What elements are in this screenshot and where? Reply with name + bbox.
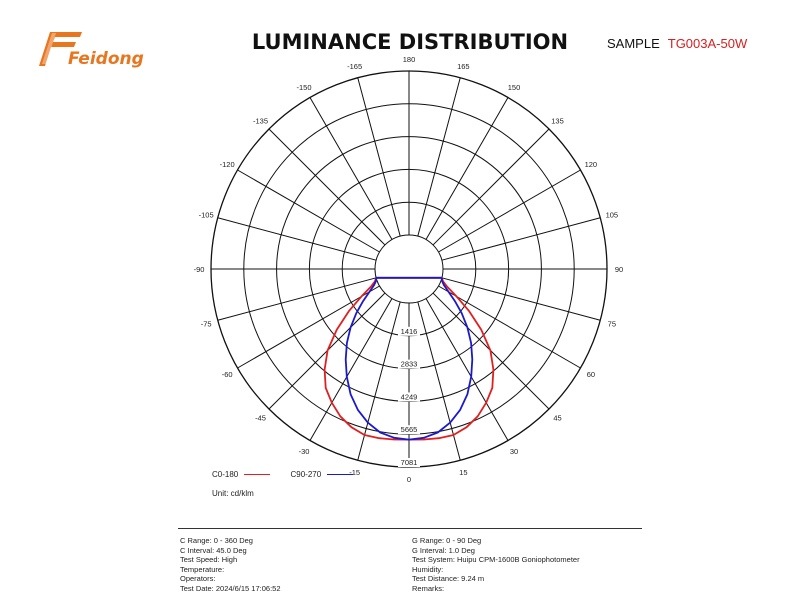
angle-label: 60 — [587, 370, 595, 379]
angle-label: -45 — [255, 413, 266, 422]
angle-label: 0 — [407, 475, 411, 484]
info-c-interval: C Interval: 45.0 Deg — [180, 545, 247, 555]
info-remarks: Remarks: — [412, 583, 445, 593]
legend-swatch-c0 — [244, 474, 271, 475]
legend-swatch-c90 — [327, 474, 354, 475]
grid-spoke — [268, 128, 386, 246]
grid-spoke — [357, 77, 401, 237]
grid-spoke — [417, 77, 461, 237]
legend-item-c0: C0-180 — [212, 470, 271, 479]
angle-label: 75 — [608, 319, 616, 328]
grid-spoke — [217, 277, 377, 321]
angle-label: -165 — [347, 62, 362, 71]
grid-spoke — [441, 217, 601, 261]
grid-spoke — [432, 128, 550, 246]
info-test-distance: Test Distance: 9.24 m — [412, 574, 485, 584]
angle-label: 90 — [615, 265, 623, 274]
info-g-interval: G Interval: 1.0 Deg — [412, 545, 475, 555]
info-divider — [178, 528, 642, 529]
grid-spoke — [417, 301, 461, 461]
angle-label: -75 — [201, 319, 212, 328]
angle-label: 120 — [585, 160, 598, 169]
radial-tick-label: 5665 — [401, 425, 418, 434]
legend: C0-180 C90-270 — [212, 470, 371, 479]
legend-label-c0: C0-180 — [212, 470, 239, 479]
info-humidity: Humidity: — [412, 564, 444, 574]
angle-label: 15 — [459, 468, 467, 477]
info-temperature: Temperature: — [180, 564, 225, 574]
legend-item-c90: C90-270 — [290, 470, 354, 479]
test-info-left: C Range: 0 - 360 Deg C Interval: 45.0 De… — [180, 536, 281, 594]
angle-label: 105 — [606, 211, 619, 220]
radial-tick-label: 4249 — [401, 392, 418, 401]
angle-label: -135 — [253, 117, 268, 126]
grid-spoke — [357, 301, 401, 461]
unit-label: Unit: cd/klm — [212, 489, 254, 498]
radial-tick-label: 1416 — [401, 327, 418, 336]
angle-label: -60 — [222, 370, 233, 379]
angle-label: 30 — [510, 447, 518, 456]
info-g-range: G Range: 0 - 90 Deg — [412, 536, 482, 545]
angle-label: -90 — [194, 265, 205, 274]
angle-label: -105 — [199, 211, 214, 220]
info-test-system: Test System: Huipu CPM-1600B Goniophotom… — [412, 555, 580, 565]
grid-ring-inner — [374, 234, 444, 304]
legend-label-c90: C90-270 — [290, 470, 322, 479]
angle-label: 135 — [551, 117, 564, 126]
radial-tick-label: 2833 — [401, 360, 418, 369]
angle-label: -120 — [220, 160, 235, 169]
angle-label: 150 — [508, 83, 521, 92]
polar-chart: 1801651501351201059075604530150-15-30-45… — [194, 55, 624, 484]
info-c-range: C Range: 0 - 360 Deg — [180, 536, 253, 545]
angle-label: -150 — [296, 83, 311, 92]
angle-label: 45 — [553, 413, 561, 422]
test-info-right: G Range: 0 - 90 Deg G Interval: 1.0 Deg … — [412, 536, 580, 594]
polar-grid — [210, 70, 608, 468]
angle-label: -30 — [299, 447, 310, 456]
info-test-date: Test Date: 2024/6/15 17:06:52 — [180, 583, 281, 593]
angle-label: 180 — [403, 55, 416, 64]
radial-tick-label: 7081 — [401, 458, 418, 467]
grid-spoke — [217, 217, 377, 261]
grid-spoke — [441, 277, 601, 321]
info-test-speed: Test Speed: High — [180, 555, 238, 565]
info-operators: Operators: — [180, 574, 216, 584]
angle-label: 165 — [457, 62, 470, 71]
